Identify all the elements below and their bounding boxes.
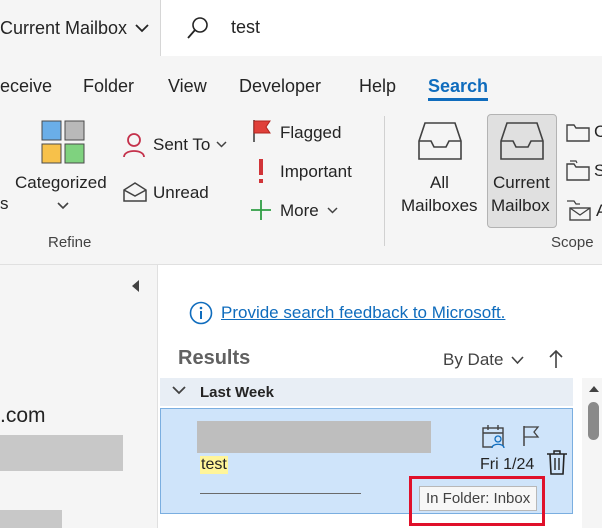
scope-group-label: Scope [551,234,594,251]
tab-view[interactable]: View [168,76,207,97]
chevron-left-icon[interactable] [128,278,142,294]
chevron-down-icon [135,24,149,33]
search-scope-dropdown[interactable]: Current Mailbox [0,14,149,42]
results-title: Results [178,347,251,369]
flagged-button[interactable]: Flagged [280,123,341,143]
flag-icon[interactable] [521,425,541,447]
ribbon-cut-label: s [0,194,9,213]
current-mailbox-label-1: Current [493,173,550,192]
exclamation-icon [259,159,263,183]
chevron-down-icon [57,202,69,210]
results-scrollbar[interactable] [582,378,602,528]
scope-subfolders[interactable]: S [594,161,602,181]
trash-icon[interactable] [546,449,568,475]
tab-search[interactable]: Search [428,76,488,97]
folder-pane [0,265,158,528]
message-date: Fri 1/24 [480,456,535,473]
categorize-icon[interactable] [41,120,85,164]
tab-folder[interactable]: Folder [83,76,134,97]
all-mailboxes-label-2[interactable]: Mailboxes [401,196,478,216]
mail-items-icon [567,200,591,221]
search-icon [187,17,208,39]
important-button[interactable]: Important [280,162,352,182]
plus-icon [251,200,271,220]
sent-to-button[interactable]: Sent To [153,135,210,155]
search-scope-label: Current Mailbox [0,17,128,38]
unread-button[interactable]: Unread [153,183,209,203]
current-mailbox-label-2: Mailbox [491,196,550,215]
redacted-folder [0,510,62,528]
chevron-down-icon [327,207,338,214]
tab-send-receive[interactable]: eceive [0,76,52,97]
redacted-folder [0,435,123,471]
ribbon-group-separator [384,116,385,246]
refine-group-label: Refine [48,234,92,251]
more-button[interactable]: More [280,201,319,221]
scroll-up-arrow-icon[interactable] [588,384,600,393]
info-icon [189,301,213,325]
tab-help[interactable]: Help [359,76,396,97]
folder-icon [566,124,590,142]
scope-current-folder[interactable]: C [594,122,602,142]
search-query-text[interactable]: test [231,17,260,38]
all-mailboxes-label-1[interactable]: All [430,173,449,193]
scroll-thumb[interactable] [588,402,599,440]
chevron-down-icon [216,141,227,148]
date-group-title: Last Week [200,384,274,401]
annotation-highlight-box [409,476,545,526]
folder-pane-border [157,265,158,528]
redacted-sender [197,421,431,453]
chevron-down-icon[interactable] [511,356,524,365]
chevron-down-icon[interactable] [172,386,186,395]
flag-icon [253,120,271,142]
tab-developer[interactable]: Developer [239,76,321,97]
sort-by-dropdown[interactable]: By Date [443,350,503,370]
inbox-tray-icon [500,122,544,160]
sort-direction-icon[interactable] [548,349,564,369]
message-subject: test [200,456,228,474]
active-tab-indicator [428,98,488,101]
message-preview [200,493,361,494]
inbox-tray-icon[interactable] [417,121,463,161]
scope-all-outlook-items[interactable]: A [596,201,602,221]
subfolders-icon [566,160,590,181]
meeting-calendar-icon [482,425,505,449]
account-name[interactable]: .com [0,404,46,428]
categorized-button[interactable]: Categorized [15,173,107,193]
person-icon [123,133,145,158]
search-input[interactable] [161,0,602,56]
envelope-open-icon [123,182,147,202]
search-feedback-link[interactable]: Provide search feedback to Microsoft. [221,303,505,323]
